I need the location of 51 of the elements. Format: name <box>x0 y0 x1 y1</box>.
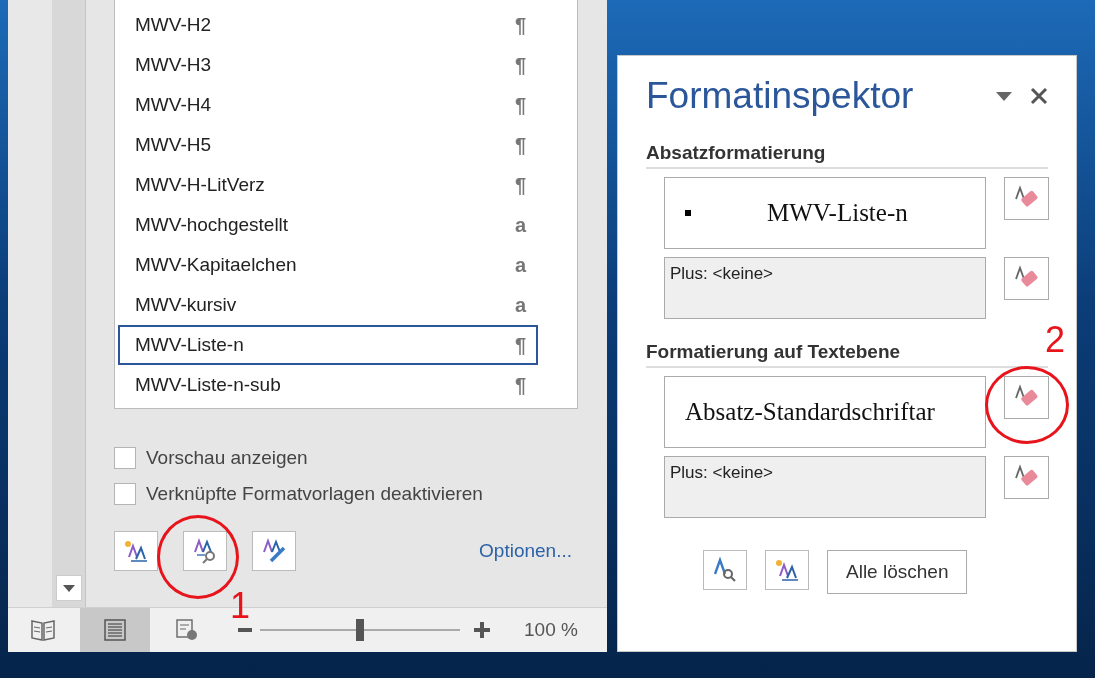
style-item[interactable]: MWV-H4 ¶ <box>118 85 538 125</box>
style-item[interactable]: MWV-Liste-n-sub ¶ <box>118 365 538 405</box>
style-item[interactable]: MWV-H-LitVerz ¶ <box>118 165 538 205</box>
plus-field[interactable]: Plus: <keine> <box>664 456 986 518</box>
reveal-formatting-icon <box>712 557 738 583</box>
annotation-number: 1 <box>230 585 251 627</box>
panel-title: Formatinspektor <box>646 75 914 117</box>
dropdown-icon[interactable] <box>996 91 1012 101</box>
style-tool-button[interactable] <box>252 531 296 571</box>
checkbox[interactable] <box>114 483 136 505</box>
style-tool-button[interactable] <box>114 531 158 571</box>
clear-format-button[interactable] <box>1004 456 1049 499</box>
zoom-level[interactable]: 100 % <box>524 619 578 641</box>
zoom-in-icon[interactable] <box>474 622 490 638</box>
web-page-icon <box>174 618 200 642</box>
style-item[interactable]: MWV-H2 ¶ <box>118 5 538 45</box>
style-item[interactable]: MWV-H3 ¶ <box>118 45 538 85</box>
inspector-tool-button[interactable] <box>703 550 747 590</box>
scroll-down-button[interactable] <box>55 575 82 601</box>
view-button[interactable] <box>80 608 150 652</box>
book-icon <box>30 618 56 642</box>
clear-format-button[interactable] <box>1004 177 1049 220</box>
checkbox-option[interactable]: Verknüpfte Formatvorlagen deaktivieren <box>114 483 578 505</box>
section-heading: Formatierung auf Textebene <box>646 341 1048 368</box>
style-item[interactable]: MWV-H5 ¶ <box>118 125 538 165</box>
style-inspector-icon <box>192 538 218 564</box>
clear-all-button[interactable]: Alle löschen <box>827 550 968 594</box>
inspector-tool-button[interactable] <box>765 550 809 590</box>
clear-format-button[interactable] <box>1004 376 1049 419</box>
style-tool-button[interactable] <box>183 531 227 571</box>
options-link[interactable]: Optionen... <box>479 540 572 562</box>
style-item[interactable]: MWV-hochgestellt a <box>118 205 538 245</box>
bullet-icon <box>685 210 691 216</box>
new-style-icon <box>123 539 149 563</box>
slider-thumb[interactable] <box>356 619 364 641</box>
style-field[interactable]: Absatz-Standardschriftar <box>664 376 986 448</box>
page-icon <box>102 618 128 642</box>
caret-icon <box>62 584 75 592</box>
checkbox[interactable] <box>114 447 136 469</box>
close-icon[interactable] <box>1030 87 1048 105</box>
annotation-number: 2 <box>1045 322 1066 358</box>
style-item[interactable]: MWV-kursiv a <box>118 285 538 325</box>
section-heading: Absatzformatierung <box>646 142 1048 169</box>
style-field[interactable]: MWV-Liste-n <box>664 177 986 249</box>
new-style-icon <box>774 558 800 582</box>
style-pencil-icon <box>261 538 287 564</box>
style-item[interactable]: MWV-Liste-n ¶ <box>118 325 538 365</box>
plus-field[interactable]: Plus: <keine> <box>664 257 986 319</box>
style-item[interactable]: MWV-Kapitaelchen a <box>118 245 538 285</box>
clear-format-button[interactable] <box>1004 257 1049 300</box>
checkbox-option[interactable]: Vorschau anzeigen <box>114 447 578 469</box>
